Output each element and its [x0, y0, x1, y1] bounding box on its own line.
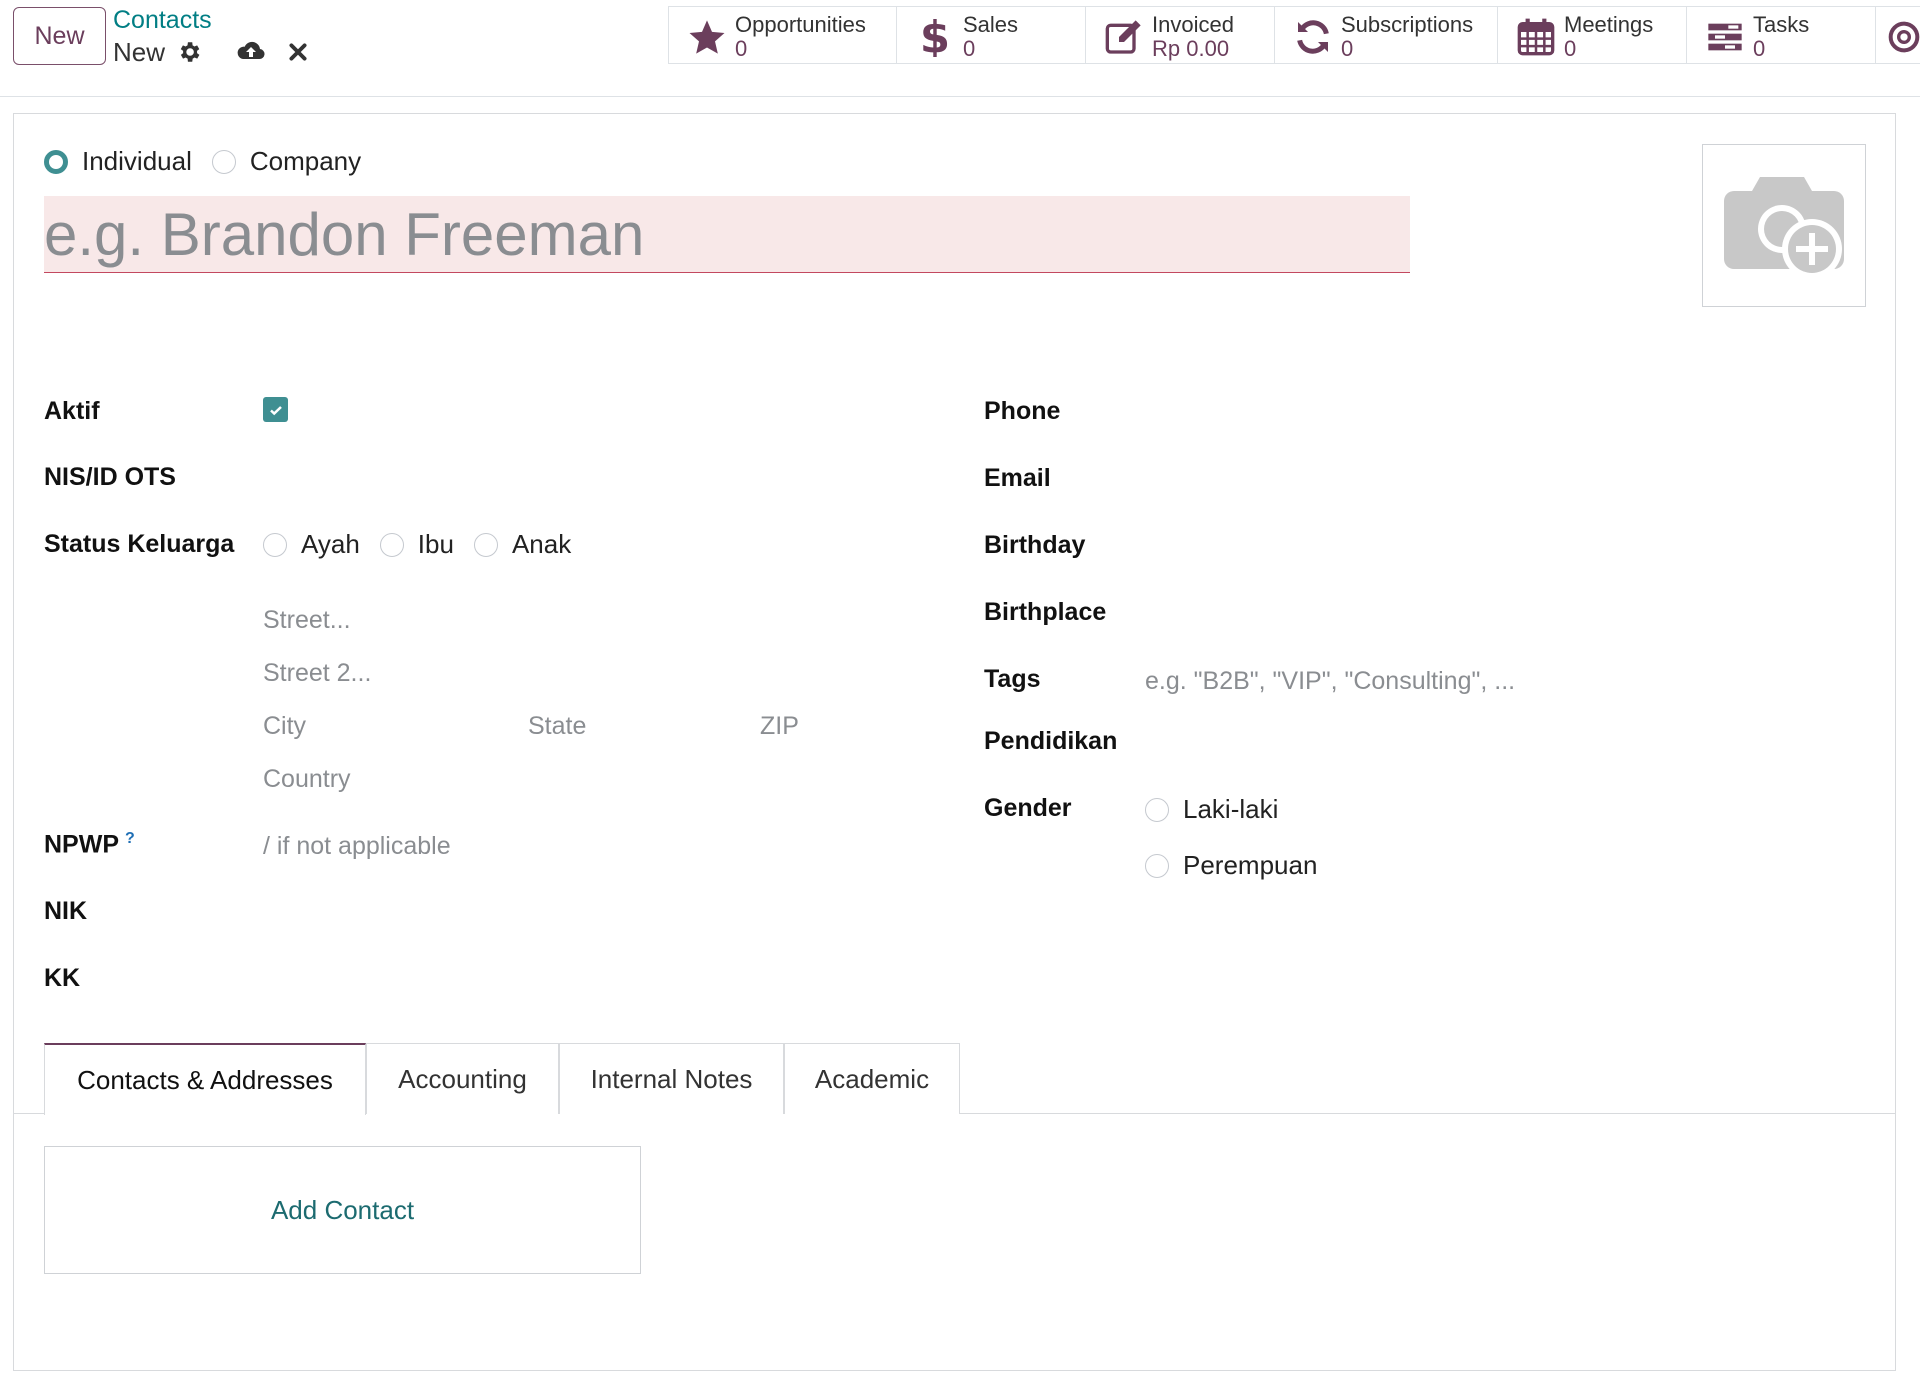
new-button[interactable]: New — [13, 7, 106, 65]
camera-plus-icon — [1724, 176, 1844, 279]
star-icon — [689, 20, 725, 54]
label-nis: NIS/ID OTS — [44, 463, 176, 491]
dollar-icon: $ — [920, 17, 950, 57]
avatar-upload[interactable] — [1702, 144, 1866, 307]
radio-company[interactable] — [211, 149, 236, 174]
tab-contacts-addresses[interactable]: Contacts & Addresses — [44, 1043, 366, 1115]
breadcrumb-current: New — [113, 37, 166, 67]
name-input[interactable] — [44, 196, 1410, 273]
street-input[interactable]: Street... — [263, 606, 351, 635]
radio-anak[interactable] — [473, 532, 498, 557]
gear-icon[interactable] — [176, 39, 202, 65]
label-kk: KK — [44, 964, 81, 992]
smart-value: Rp 0.00 — [1152, 36, 1230, 61]
tags-input[interactable]: e.g. "B2B", "VIP", "Consulting", ... — [1145, 667, 1515, 696]
label-phone: Phone — [984, 397, 1061, 425]
pencil-square-icon — [1105, 20, 1141, 54]
npwp-input[interactable]: / if not applicable — [263, 832, 451, 861]
svg-text:$: $ — [920, 17, 950, 57]
smart-button-invoiced[interactable]: Invoiced Rp 0.00 — [1085, 6, 1274, 64]
tab-academic[interactable]: Academic — [784, 1043, 960, 1114]
radio-individual-label[interactable]: Individual — [82, 146, 192, 177]
smart-label: Meetings — [1564, 12, 1654, 37]
cloud-upload-icon[interactable] — [236, 38, 266, 64]
form-sheet: Individual Company Aktif NIS/ID OTS Stat… — [13, 113, 1896, 1371]
tab-internal-notes[interactable]: Internal Notes — [559, 1043, 784, 1114]
status-keluarga-radios: Ayah Ibu Anak — [263, 529, 591, 560]
country-select[interactable]: Country — [263, 765, 351, 794]
smart-label: Invoiced — [1152, 12, 1234, 37]
smart-label: Opportunities — [735, 12, 866, 37]
smart-value: 0 — [1564, 36, 1577, 61]
discard-icon[interactable] — [287, 41, 309, 63]
state-select[interactable]: State — [528, 712, 586, 741]
radio-laki-laki-label[interactable]: Laki-laki — [1183, 794, 1278, 825]
label-email: Email — [984, 464, 1051, 492]
label-nik: NIK — [44, 897, 88, 925]
label-gender: Gender — [984, 794, 1072, 822]
add-contact-button[interactable]: Add Contact — [44, 1146, 641, 1274]
smart-value: 0 — [1341, 36, 1354, 61]
smart-button-opportunities[interactable]: Opportunities 0 — [668, 6, 896, 64]
label-tags: Tags — [984, 665, 1041, 693]
radio-company-label[interactable]: Company — [250, 146, 361, 177]
radio-ayah-label[interactable]: Ayah — [301, 529, 360, 560]
city-input[interactable]: City — [263, 712, 306, 741]
tab-accounting[interactable]: Accounting — [366, 1043, 559, 1114]
label-npwp-text: NPWP — [44, 830, 119, 859]
check-icon — [269, 405, 282, 415]
notebook-tabs: Contacts & Addresses Accounting Internal… — [14, 1043, 1895, 1115]
npwp-help-tooltip[interactable]: ? — [125, 830, 135, 847]
street2-input[interactable]: Street 2... — [263, 659, 371, 688]
calendar-icon — [1517, 18, 1555, 56]
smart-label: Tasks — [1753, 12, 1810, 37]
label-npwp: NPWP? — [44, 830, 135, 859]
tasks-icon — [1708, 23, 1742, 51]
label-birthplace: Birthplace — [984, 598, 1107, 626]
label-birthday: Birthday — [984, 531, 1086, 559]
smart-button-sales[interactable]: $ Sales 0 — [896, 6, 1085, 64]
zip-input[interactable]: ZIP — [760, 712, 799, 741]
label-status-keluarga: Status Keluarga — [44, 530, 235, 558]
control-panel: New Contacts New Opportunities 0 $ Sales… — [0, 0, 1920, 97]
smart-value: 0 — [735, 36, 748, 61]
aktif-checkbox[interactable] — [263, 397, 288, 422]
radio-anak-label[interactable]: Anak — [512, 529, 571, 560]
gender-option-perempuan: Perempuan — [1145, 850, 1337, 881]
smart-button-more[interactable] — [1875, 6, 1920, 64]
smart-button-meetings[interactable]: Meetings 0 — [1497, 6, 1686, 64]
radio-ibu-label[interactable]: Ibu — [418, 529, 454, 560]
breadcrumb-contacts[interactable]: Contacts — [113, 6, 212, 35]
smart-button-subscriptions[interactable]: Subscriptions 0 — [1274, 6, 1497, 64]
smart-label: Subscriptions — [1341, 12, 1474, 37]
radio-laki-laki[interactable] — [1145, 797, 1169, 822]
label-aktif: Aktif — [44, 397, 100, 425]
radio-ibu[interactable] — [379, 532, 404, 557]
radio-individual[interactable] — [44, 149, 68, 174]
radio-perempuan-label[interactable]: Perempuan — [1183, 850, 1317, 881]
radio-perempuan[interactable] — [1145, 853, 1169, 878]
smart-value: 0 — [963, 36, 976, 61]
smart-label: Sales — [963, 12, 1019, 37]
lifebuoy-icon — [1888, 21, 1920, 53]
smart-value: 0 — [1753, 36, 1766, 61]
company-type-selector: Individual Company — [44, 146, 381, 177]
gender-option-laki: Laki-laki — [1145, 794, 1298, 825]
refresh-icon — [1297, 20, 1329, 54]
label-pendidikan: Pendidikan — [984, 727, 1118, 755]
smart-button-tasks[interactable]: Tasks 0 — [1686, 6, 1875, 64]
radio-ayah[interactable] — [263, 532, 287, 557]
